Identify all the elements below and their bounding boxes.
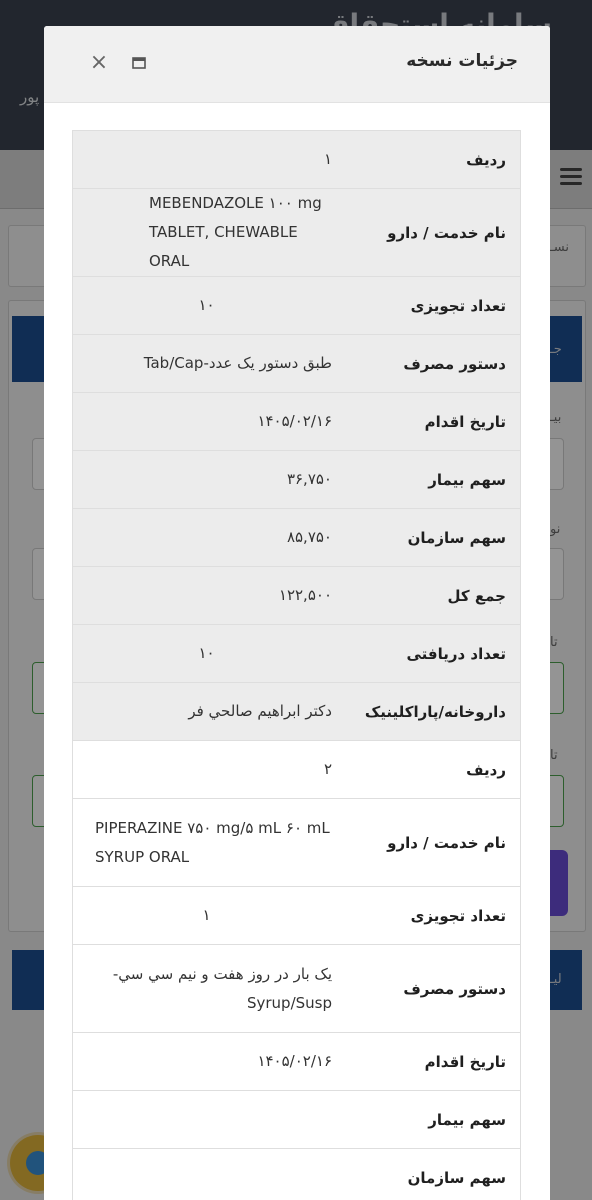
table-row: تاریخ اقدام ۱۴۰۵/۰۲/۱۶ [72, 1032, 521, 1091]
table-row: تعداد دریافتی ۱۰ [72, 624, 521, 683]
row-label: سهم سازمان [346, 1148, 521, 1200]
row-value: ۱ [72, 130, 346, 189]
row-value: دکتر ابراهیم صالحي فر [72, 682, 346, 741]
row-value: MEBENDAZOLE ۱۰۰ mg TABLET, CHEWABLE ORAL [72, 188, 346, 277]
close-icon[interactable]: × [86, 50, 112, 76]
table-row: داروخانه/پاراکلینیک دکتر ابراهیم صالحي ف… [72, 682, 521, 741]
details-table: ردیف ۱ نام خدمت / دارو MEBENDAZOLE ۱۰۰ m… [72, 130, 521, 1200]
table-row: تعداد تجویزی ۱ [72, 886, 521, 945]
modal-body: ردیف ۱ نام خدمت / دارو MEBENDAZOLE ۱۰۰ m… [72, 130, 522, 1200]
row-value: طبق دستور یک عدد-Tab/Cap [72, 334, 346, 393]
row-label: دستور مصرف [346, 334, 521, 393]
table-row: تاریخ اقدام ۱۴۰۵/۰۲/۱۶ [72, 392, 521, 451]
row-value: ۱۲۲,۵۰۰ [72, 566, 346, 625]
row-value: ۱۰ [72, 624, 346, 683]
table-row: جمع کل ۱۲۲,۵۰۰ [72, 566, 521, 625]
modal-title: جزئیات نسخه [406, 51, 518, 71]
row-label: تاریخ اقدام [346, 1032, 521, 1091]
row-label: داروخانه/پاراکلینیک [346, 682, 521, 741]
row-value: ۱۴۰۵/۰۲/۱۶ [72, 1032, 346, 1091]
row-label: جمع کل [346, 566, 521, 625]
row-value: یک بار در روز هفت و نیم سي سي-Syrup/Susp [72, 944, 346, 1033]
row-label: نام خدمت / دارو [346, 188, 521, 277]
row-value: ۱ [72, 886, 346, 945]
table-row: سهم بیمار ۳۶,۷۵۰ [72, 450, 521, 509]
row-value: ۸۵,۷۵۰ [72, 508, 346, 567]
table-row: ردیف ۲ [72, 740, 521, 799]
row-label: دستور مصرف [346, 944, 521, 1033]
row-label: سهم سازمان [346, 508, 521, 567]
row-value: PIPERAZINE ۷۵۰ mg/۵ mL ۶۰ mL SYRUP ORAL [72, 798, 346, 887]
row-label: تعداد تجویزی [346, 886, 521, 945]
table-row: تعداد تجویزی ۱۰ [72, 276, 521, 335]
row-value [72, 1148, 346, 1200]
table-row: دستور مصرف یک بار در روز هفت و نیم سي سي… [72, 944, 521, 1033]
row-value [72, 1090, 346, 1149]
table-row: نام خدمت / دارو PIPERAZINE ۷۵۰ mg/۵ mL ۶… [72, 798, 521, 887]
row-label: تاریخ اقدام [346, 392, 521, 451]
row-label: نام خدمت / دارو [346, 798, 521, 887]
row-value: ۱۴۰۵/۰۲/۱۶ [72, 392, 346, 451]
row-label: ردیف [346, 740, 521, 799]
row-value: ۱۰ [72, 276, 346, 335]
prescription-details-modal: جزئیات نسخه × ردیف ۱ نام خدمت / دارو MEB… [44, 26, 550, 1200]
row-label: سهم بیمار [346, 450, 521, 509]
row-label: تعداد تجویزی [346, 276, 521, 335]
table-row: سهم بیمار [72, 1090, 521, 1149]
row-label: سهم بیمار [346, 1090, 521, 1149]
row-label: ردیف [346, 130, 521, 189]
row-value: ۳۶,۷۵۰ [72, 450, 346, 509]
table-row: ردیف ۱ [72, 130, 521, 189]
table-row: دستور مصرف طبق دستور یک عدد-Tab/Cap [72, 334, 521, 393]
table-row: نام خدمت / دارو MEBENDAZOLE ۱۰۰ mg TABLE… [72, 188, 521, 277]
maximize-icon[interactable] [132, 57, 146, 69]
row-label: تعداد دریافتی [346, 624, 521, 683]
modal-header: جزئیات نسخه × [44, 26, 550, 103]
row-value: ۲ [72, 740, 346, 799]
table-row: سهم سازمان ۸۵,۷۵۰ [72, 508, 521, 567]
table-row: سهم سازمان [72, 1148, 521, 1200]
